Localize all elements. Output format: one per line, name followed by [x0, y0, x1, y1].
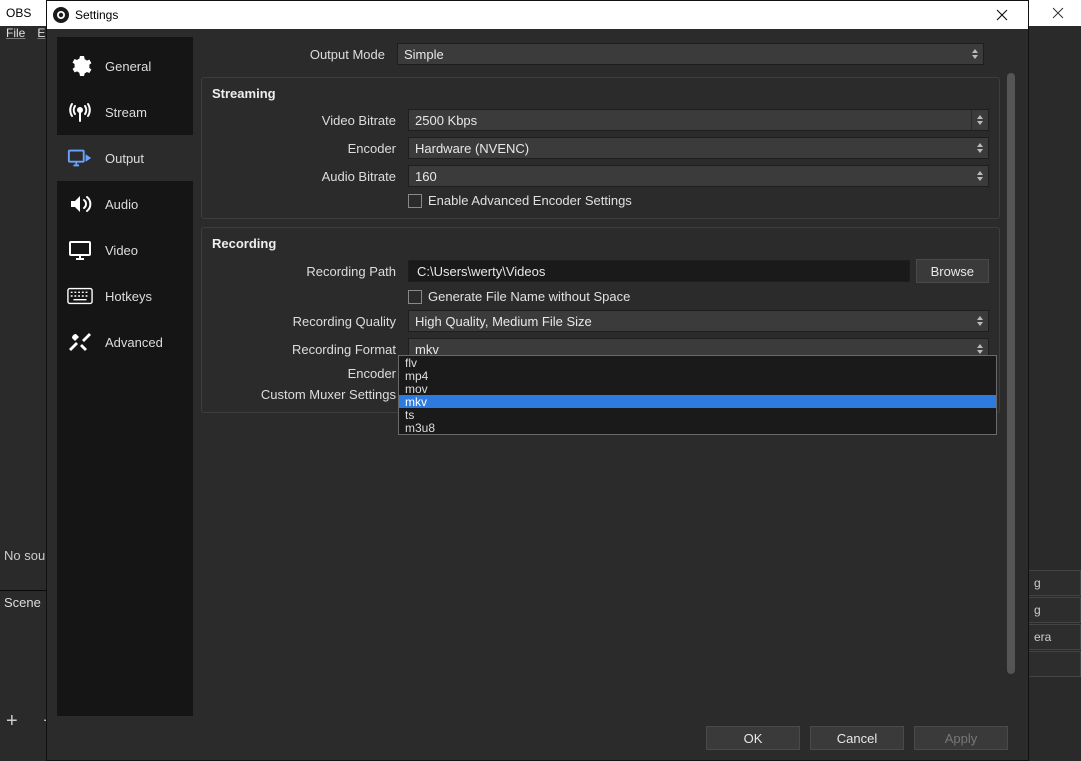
recording-quality-value: High Quality, Medium File Size — [415, 314, 592, 329]
sidebar-item-label: Output — [105, 151, 144, 166]
enable-advanced-label: Enable Advanced Encoder Settings — [428, 193, 632, 208]
main-menubar: File E — [0, 26, 51, 46]
dialog-footer: OK Cancel Apply — [47, 716, 1028, 760]
sidebar-item-advanced[interactable]: Advanced — [57, 319, 193, 365]
recording-quality-select[interactable]: High Quality, Medium File Size — [408, 310, 989, 332]
enable-advanced-checkbox[interactable] — [408, 194, 422, 208]
apply-button[interactable]: Apply — [914, 726, 1008, 750]
gen-no-space-label: Generate File Name without Space — [428, 289, 630, 304]
menu-file[interactable]: File — [6, 26, 25, 46]
recording-encoder-label: Encoder — [212, 366, 402, 381]
output-mode-label: Output Mode — [201, 47, 391, 62]
sidebar-item-label: Audio — [105, 197, 138, 212]
chevron-updown-icon — [972, 138, 988, 158]
stream-encoder-select[interactable]: Hardware (NVENC) — [408, 137, 989, 159]
right-row[interactable]: era — [1026, 624, 1081, 650]
video-bitrate-label: Video Bitrate — [212, 113, 402, 128]
spinner-icon[interactable] — [971, 110, 988, 130]
output-mode-select[interactable]: Simple — [397, 43, 984, 65]
dropdown-option-m3u8[interactable]: m3u8 — [399, 421, 996, 434]
audio-bitrate-select[interactable]: 160 — [408, 165, 989, 187]
recording-section: Recording Recording Path Browse Generate… — [201, 227, 1000, 413]
stream-encoder-label: Encoder — [212, 141, 402, 156]
right-row[interactable]: g — [1026, 570, 1081, 596]
chevron-updown-icon — [972, 166, 988, 186]
chevron-updown-icon — [967, 44, 983, 64]
dropdown-option-ts[interactable]: ts — [399, 408, 996, 421]
sidebar-item-video[interactable]: Video — [57, 227, 193, 273]
settings-sidebar: General Stream Output Audio Video Hotkey… — [57, 37, 193, 716]
monitor-icon — [65, 237, 95, 263]
app-icon — [53, 7, 69, 23]
recording-header: Recording — [212, 236, 989, 251]
main-close-button[interactable] — [1035, 0, 1081, 26]
custom-muxer-label: Custom Muxer Settings — [212, 387, 402, 402]
gen-no-space-checkbox[interactable] — [408, 290, 422, 304]
cancel-button[interactable]: Cancel — [810, 726, 904, 750]
video-bitrate-value: 2500 Kbps — [415, 113, 477, 128]
dialog-titlebar: Settings — [47, 1, 1028, 29]
sidebar-item-output[interactable]: Output — [57, 135, 193, 181]
dialog-title: Settings — [75, 8, 118, 22]
sidebar-item-audio[interactable]: Audio — [57, 181, 193, 227]
ok-button[interactable]: OK — [706, 726, 800, 750]
streaming-section: Streaming Video Bitrate 2500 Kbps Encode… — [201, 77, 1000, 219]
menu-edit[interactable]: E — [37, 26, 45, 46]
sidebar-item-label: Hotkeys — [105, 289, 152, 304]
output-icon — [65, 145, 95, 171]
right-button-strip: g g era — [1026, 570, 1081, 730]
sidebar-item-label: Advanced — [105, 335, 163, 350]
tools-icon — [65, 329, 95, 355]
recording-path-input[interactable] — [408, 260, 910, 282]
right-row[interactable] — [1026, 651, 1081, 677]
sidebar-item-stream[interactable]: Stream — [57, 89, 193, 135]
content-scrollbar[interactable] — [1006, 73, 1016, 712]
recording-quality-label: Recording Quality — [212, 314, 402, 329]
keyboard-icon — [65, 283, 95, 309]
gear-icon — [65, 53, 95, 79]
dropdown-option-mkv[interactable]: mkv — [399, 395, 996, 408]
broadcast-icon — [65, 99, 95, 125]
sidebar-item-label: General — [105, 59, 151, 74]
output-mode-value: Simple — [404, 47, 444, 62]
main-title-text: OBS — [6, 6, 31, 20]
streaming-header: Streaming — [212, 86, 989, 101]
video-bitrate-input[interactable]: 2500 Kbps — [408, 109, 989, 131]
audio-bitrate-label: Audio Bitrate — [212, 169, 402, 184]
chevron-updown-icon — [972, 311, 988, 331]
speaker-icon — [65, 191, 95, 217]
scene-item[interactable]: Scene — [4, 595, 41, 610]
dropdown-option-flv[interactable]: flv — [399, 356, 996, 369]
dropdown-option-mov[interactable]: mov — [399, 382, 996, 395]
sidebar-item-label: Stream — [105, 105, 147, 120]
recording-format-dropdown[interactable]: flv mp4 mov mkv ts m3u8 — [398, 355, 997, 435]
sidebar-item-label: Video — [105, 243, 138, 258]
sidebar-item-general[interactable]: General — [57, 43, 193, 89]
dialog-close-button[interactable] — [982, 2, 1022, 28]
dropdown-option-mp4[interactable]: mp4 — [399, 369, 996, 382]
sidebar-item-hotkeys[interactable]: Hotkeys — [57, 273, 193, 319]
right-row[interactable]: g — [1026, 597, 1081, 623]
audio-bitrate-value: 160 — [415, 169, 437, 184]
browse-button[interactable]: Browse — [916, 259, 989, 283]
recording-path-value[interactable] — [415, 263, 903, 280]
stream-encoder-value: Hardware (NVENC) — [415, 141, 529, 156]
scrollbar-thumb[interactable] — [1007, 73, 1015, 674]
settings-dialog: Settings General Stream Output Audio — [46, 0, 1029, 761]
recording-path-label: Recording Path — [212, 264, 402, 279]
settings-content: Output Mode Simple Streaming Video Bitra… — [201, 37, 1018, 716]
recording-format-label: Recording Format — [212, 342, 402, 357]
